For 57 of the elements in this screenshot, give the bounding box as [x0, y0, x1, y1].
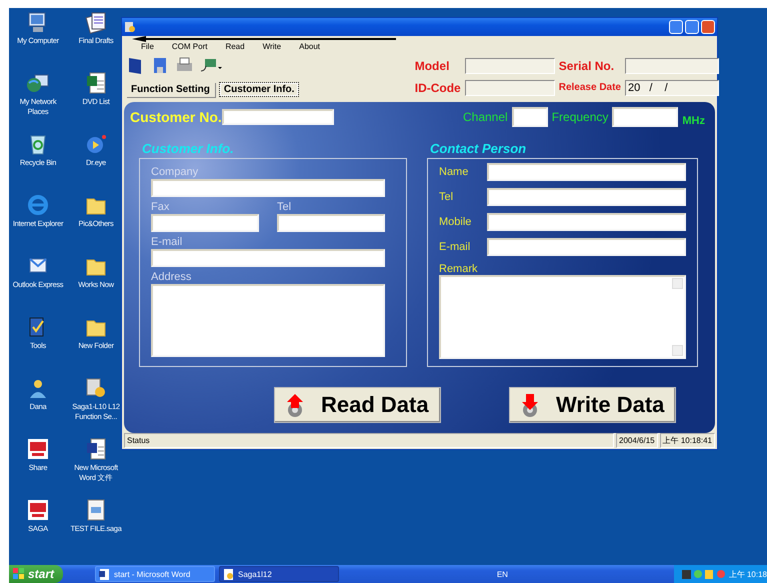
close-button[interactable] — [701, 20, 715, 34]
menu-item[interactable]: Write — [254, 42, 290, 51]
text-area[interactable] — [439, 275, 686, 359]
field-label: E-mail — [439, 241, 472, 253]
browser-icon — [26, 193, 50, 217]
group-title: Contact Person — [430, 141, 528, 158]
field-label: Model — [414, 58, 450, 73]
field-label: Release Date — [558, 81, 621, 96]
group-title: Customer Info. — [142, 141, 235, 158]
spreadsheet-icon — [84, 71, 108, 95]
field-label: Customer No. — [130, 109, 222, 125]
setup-icon — [223, 568, 234, 580]
menu-item[interactable]: COM Port — [162, 42, 216, 51]
documents-icon — [84, 10, 108, 34]
menu-item[interactable]: Read — [216, 42, 254, 51]
menu-item[interactable]: About — [290, 42, 330, 51]
field-label: Fax — [151, 201, 170, 214]
text-field[interactable]: 20 / / — [625, 80, 719, 96]
language-indicator[interactable]: EN — [496, 570, 508, 578]
app-icon — [124, 21, 136, 33]
field-label: Tel — [277, 201, 292, 214]
windows-logo-icon — [13, 568, 25, 580]
tray-icons-drawing — [682, 568, 726, 580]
field-label: Name — [439, 166, 470, 178]
menu-item[interactable]: File — [132, 42, 163, 51]
minimize-button[interactable] — [669, 20, 683, 34]
word-document-icon — [84, 437, 108, 461]
text-area[interactable] — [151, 284, 385, 357]
field-label: Channel — [462, 110, 508, 124]
status-cell: 2004/6/15 — [616, 433, 658, 448]
status-cell: Status — [124, 433, 614, 448]
field-label: Address — [151, 271, 192, 284]
field-label: Company — [151, 166, 200, 179]
read-data-button[interactable]: Read Data — [274, 387, 441, 423]
clock: 上午 10:18 — [728, 568, 767, 580]
field-label: E-mail — [151, 236, 184, 249]
text-field[interactable] — [464, 58, 555, 74]
unit-label: MHz — [682, 115, 705, 127]
field-label: Tel — [439, 191, 454, 203]
taskbar-button[interactable]: Saga1l12 — [219, 566, 339, 582]
write-data-button[interactable]: Write Data — [509, 387, 676, 423]
field-label: Remark — [439, 263, 479, 275]
field-label: Mobile — [439, 216, 472, 228]
tab[interactable]: Customer Info. — [218, 82, 300, 96]
taskbar-button[interactable]: start - Microsoft Word — [95, 566, 215, 582]
field-label: Frequency — [552, 110, 608, 124]
logo-icon — [26, 498, 50, 522]
text-field[interactable] — [464, 80, 555, 96]
text-field[interactable] — [625, 58, 719, 74]
maximize-button[interactable] — [685, 20, 699, 34]
status-cell: 上午 10:18:41 — [660, 433, 715, 448]
field-label: ID-Code — [414, 81, 461, 96]
setup-icon — [84, 376, 108, 400]
app-icon — [84, 132, 108, 156]
word-document-icon — [99, 568, 110, 580]
logo-icon — [26, 437, 50, 461]
field-label: Serial No. — [558, 58, 616, 73]
